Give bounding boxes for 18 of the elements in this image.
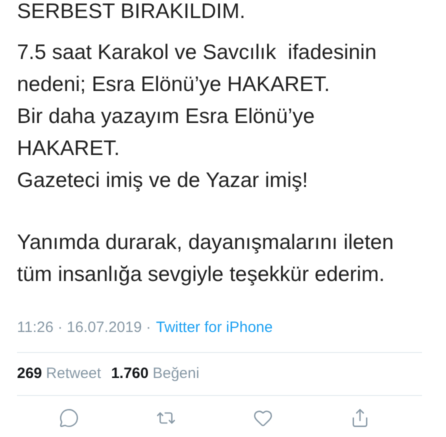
stat-count: 269: [17, 364, 42, 384]
tweet-text-line: 7.5 saat Karakol ve Savcılık ifadesinin: [17, 40, 378, 66]
tweet-text-line: Bir daha yazayım Esra Elönü’ye: [17, 104, 316, 130]
tweet-text-line: tüm insanlığa sevgiyle teşekkür ederim.: [17, 262, 386, 288]
tweet-text-line: Gazeteci imiş ve de Yazar imiş!: [17, 168, 309, 194]
share-icon: [350, 408, 370, 428]
stat-label: Retweet: [46, 364, 102, 384]
heart-icon: [253, 408, 273, 428]
reply-button[interactable]: [57, 406, 81, 430]
reply-icon: [59, 408, 79, 428]
tweet-text-line: nedeni; Esra Elönü’ye HAKARET.: [17, 72, 331, 98]
timestamp: 11:26 · 16.07.2019 ·: [17, 318, 151, 338]
tweet-text-line: HAKARET.: [17, 136, 121, 162]
stat-count: 1.760: [111, 364, 149, 384]
tweet-text-line: SERBEST BIRAKILDIM.: [17, 0, 246, 24]
stat-label: Beğeni: [152, 364, 200, 384]
source-link[interactable]: Twitter for iPhone: [156, 317, 273, 340]
tweet-text-line: Yanımda durarak, dayanışmalarını ileten: [17, 230, 395, 256]
